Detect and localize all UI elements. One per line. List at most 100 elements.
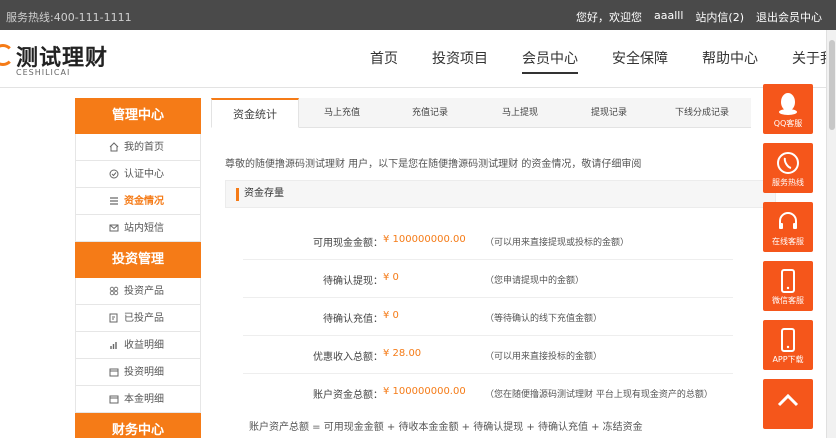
sidebar-item-label: 投资明细 [124, 367, 164, 378]
app-download-button[interactable]: APP下载 [763, 320, 813, 370]
top-bar-user-area: 您好，欢迎您 aaalll 站内信(2) 退出会员中心 [576, 9, 822, 25]
shield-check-icon [109, 169, 119, 179]
scrollbar-thumb[interactable] [829, 40, 835, 130]
nav-member-center[interactable]: 会员中心 [522, 48, 578, 74]
sidebar-item-invest-detail[interactable]: 投资明细 [75, 359, 201, 386]
fund-row-value: ¥ 100000000.00 [383, 234, 466, 245]
tab-recharge-records[interactable]: 充值记录 [385, 98, 475, 128]
float-button-label: APP下载 [772, 355, 804, 364]
qq-service-button[interactable]: QQ客服 [763, 84, 813, 134]
sidebar-item-funds[interactable]: 资金情况 [75, 188, 201, 215]
service-hotline: 服务热线:400-111-1111 [6, 11, 132, 24]
nav-security[interactable]: 安全保障 [612, 48, 668, 74]
sidebar: 管理中心 我的首页 认证中心 资金情况 站内短信 投资管理 投资产品 已投产品 [75, 98, 201, 438]
float-button-label: 微信客服 [772, 296, 804, 305]
sidebar-item-invested[interactable]: 已投产品 [75, 305, 201, 332]
sidebar-item-label: 我的首页 [124, 142, 164, 153]
fund-row-note: （可以用来直接提现或投标的金额） [485, 238, 630, 248]
edit-doc-icon [109, 313, 118, 323]
fund-row-label: 可用现金金额： [313, 238, 383, 249]
fund-row-label: 待确认充值： [323, 314, 383, 325]
headset-icon [779, 212, 797, 229]
sidebar-item-label: 认证中心 [124, 169, 164, 180]
float-button-label: 服务热线 [772, 178, 804, 187]
float-button-label: QQ客服 [773, 119, 803, 128]
fund-rows: 可用现金金额： ¥ 100000000.00 （可以用来直接提现或投标的金额） … [243, 222, 733, 412]
grid-icon [109, 286, 119, 296]
sidebar-item-home[interactable]: 我的首页 [75, 134, 201, 161]
fund-row-value: ¥ 100000000.00 [383, 386, 466, 397]
fund-row-note: （可以用来直接投标的金额） [485, 352, 603, 362]
chevron-up-icon [777, 393, 799, 407]
sidebar-item-label: 已投产品 [124, 313, 164, 324]
header: 测试理财 CESHILICAI 首页 投资项目 会员中心 安全保障 帮助中心 关… [0, 30, 836, 88]
fund-row-note: （您申请提现中的金额） [485, 276, 585, 286]
bar-chart-icon [110, 342, 117, 349]
tab-recharge-now[interactable]: 马上充值 [299, 98, 385, 128]
qq-icon [779, 93, 797, 115]
fund-row-value: ¥ 0 [383, 272, 399, 283]
sidebar-section-title: 财务中心 [75, 413, 201, 438]
phone-icon [777, 152, 799, 174]
tab-fund-stats[interactable]: 资金统计 [211, 98, 299, 128]
sidebar-item-label: 站内短信 [124, 223, 164, 234]
fund-row-note: （等待确认的线下充值金额） [485, 314, 603, 324]
top-bar: 服务热线:400-111-1111 您好，欢迎您 aaalll 站内信(2) 退… [0, 0, 836, 30]
sidebar-item-label: 收益明细 [124, 340, 164, 351]
calendar-icon [109, 368, 119, 377]
nav-help[interactable]: 帮助中心 [702, 48, 758, 74]
fund-row-value: ¥ 28.00 [383, 348, 422, 359]
sidebar-section-title: 投资管理 [75, 242, 201, 278]
float-button-label: 在线客服 [772, 237, 804, 246]
sidebar-item-principal-detail[interactable]: 本金明细 [75, 386, 201, 413]
nav-home[interactable]: 首页 [370, 48, 398, 74]
fund-row: 待确认充值： ¥ 0 （等待确认的线下充值金额） [243, 298, 733, 336]
sidebar-item-label: 投资产品 [124, 286, 164, 297]
mail-icon [109, 224, 119, 232]
fund-row-note: （您在随便撸源码测试理财 平台上现有现金资产的总额） [485, 390, 713, 400]
fund-row-label: 账户资金总额： [313, 390, 383, 401]
main-nav: 首页 投资项目 会员中心 安全保障 帮助中心 关于我 [370, 48, 836, 74]
username-link[interactable]: aaalll [654, 9, 683, 25]
intro-text: 尊敬的随便撸源码测试理财 用户，以下是您在随便撸源码测试理财 的资金情况，敬请仔… [225, 159, 642, 170]
wechat-service-button[interactable]: 微信客服 [763, 261, 813, 311]
page: 服务热线:400-111-1111 您好，欢迎您 aaalll 站内信(2) 退… [0, 0, 836, 438]
hotline-button[interactable]: 服务热线 [763, 143, 813, 193]
fund-row-label: 优惠收入总额： [313, 352, 383, 363]
sidebar-section-title: 管理中心 [75, 98, 201, 134]
tab-downline-commission[interactable]: 下线分成记录 [653, 98, 751, 128]
menu-lines-icon [110, 197, 118, 205]
fund-row: 账户资金总额： ¥ 100000000.00 （您在随便撸源码测试理财 平台上现… [243, 374, 733, 412]
tab-withdraw-records[interactable]: 提现记录 [565, 98, 653, 128]
sidebar-item-invest-products[interactable]: 投资产品 [75, 278, 201, 305]
logout-link[interactable]: 退出会员中心 [756, 9, 822, 25]
sidebar-item-label: 本金明细 [124, 394, 164, 405]
page-scrollbar[interactable] [826, 30, 836, 438]
logo-subtext: CESHILICAI [16, 68, 71, 77]
back-to-top-button[interactable] [763, 379, 813, 429]
panel-title: 资金存量 [225, 180, 776, 208]
online-service-button[interactable]: 在线客服 [763, 202, 813, 252]
floating-service-bar: QQ客服 服务热线 在线客服 微信客服 APP下载 [763, 84, 813, 438]
fund-row-value: ¥ 0 [383, 310, 399, 321]
panel-title-text: 资金存量 [244, 188, 284, 199]
mobile-icon [781, 328, 795, 352]
asset-formula: 账户资产总额 = 可用现金金额 + 待收本金金额 + 待确认提现 + 待确认充值… [249, 422, 643, 433]
main-content: 资金统计 马上充值 充值记录 马上提现 提现记录 下线分成记录 尊敬的随便撸源码… [211, 98, 776, 438]
sidebar-item-label: 资金情况 [124, 196, 164, 207]
sidebar-item-income-detail[interactable]: 收益明细 [75, 332, 201, 359]
site-logo[interactable]: 测试理财 CESHILICAI [0, 38, 140, 82]
messages-link[interactable]: 站内信(2) [695, 9, 744, 25]
tab-bar: 资金统计 马上充值 充值记录 马上提现 提现记录 下线分成记录 [211, 98, 751, 128]
tab-withdraw-now[interactable]: 马上提现 [475, 98, 565, 128]
accent-bar [236, 188, 239, 201]
fund-row: 优惠收入总额： ¥ 28.00 （可以用来直接投标的金额） [243, 336, 733, 374]
home-icon [109, 142, 119, 152]
logo-mark-icon [0, 44, 14, 66]
sidebar-item-verify[interactable]: 认证中心 [75, 161, 201, 188]
fund-row: 待确认提现： ¥ 0 （您申请提现中的金额） [243, 260, 733, 298]
nav-invest-projects[interactable]: 投资项目 [432, 48, 488, 74]
mobile-icon [781, 269, 795, 293]
sidebar-item-messages[interactable]: 站内短信 [75, 215, 201, 242]
fund-row-label: 待确认提现： [323, 276, 383, 287]
